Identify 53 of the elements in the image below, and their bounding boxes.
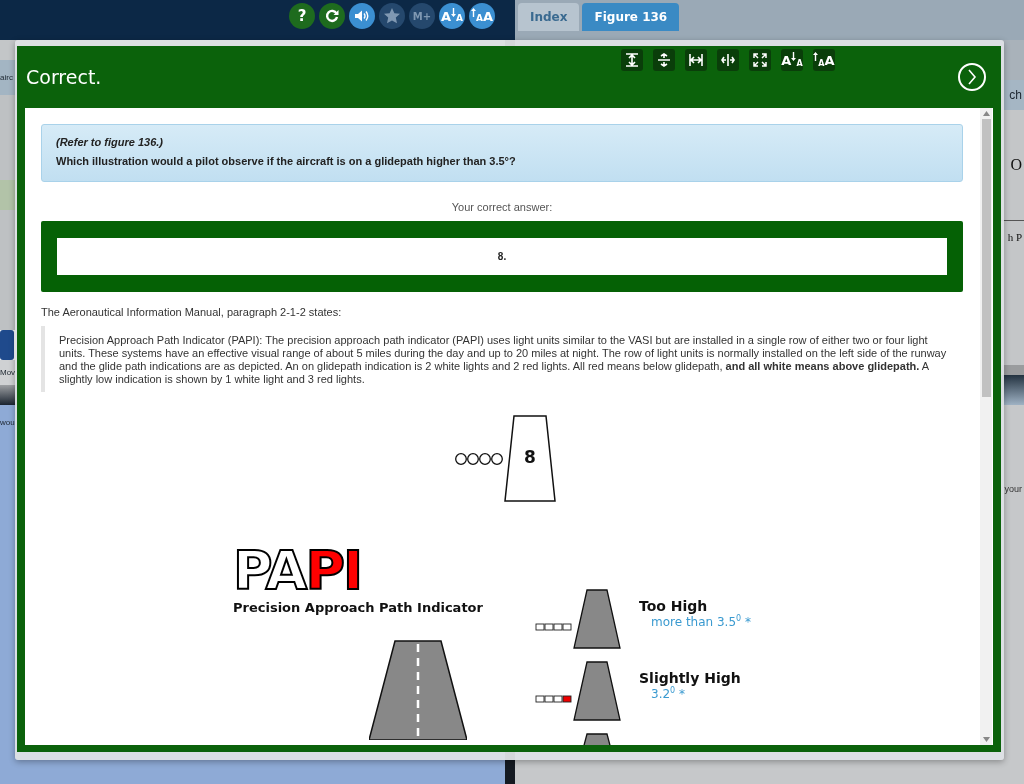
scrollbar[interactable]: [980, 108, 992, 745]
indication-title: Too High: [639, 597, 709, 614]
indication-angle: 3.2$^{0}$ *: [651, 685, 685, 701]
background-text: your: [1004, 485, 1022, 494]
font-increase-button[interactable]: AA: [469, 3, 495, 29]
background-text: airc: [0, 73, 13, 82]
font-decrease-button[interactable]: A A: [439, 3, 465, 29]
runway-drawing: [573, 589, 621, 649]
help-button[interactable]: ?: [289, 3, 315, 29]
runway-drawing: [573, 661, 621, 721]
quote-text: Precision Approach Path Indicator (PAPI): The precision approach path indicator (PAPI) uses light units similar to the VASI but are installed in a single row of either two or four light units. These systems have an effective visual range of about 5 miles during the day and up to 20 miles at night. The row of light units is normally installed on the left side of the runway and the glide path indications are as depicted. An on glidepath indication is 2 white lights and 2 red lights. All red means below glidepath, and all white means above glidepath. A slightly low indication is shown by 1 white light and 3 red lights.: [41, 326, 963, 392]
tab[interactable]: Figure 136: [582, 3, 680, 31]
arrow-up-icon: [813, 52, 819, 61]
fit-height-button[interactable]: [621, 49, 643, 71]
next-button[interactable]: [958, 63, 986, 91]
question-text: Which illustration would a pilot observe if the aircraft is on a glidepath higher than 3.5°?: [56, 155, 517, 167]
expand-vertical-button[interactable]: [653, 49, 675, 71]
background-text: wou: [0, 419, 15, 427]
background-text: Mov: [0, 368, 16, 377]
indication-title: Slightly High: [639, 669, 741, 686]
background-text: ch: [1009, 89, 1022, 101]
fit-height-icon: [625, 53, 639, 67]
refresh-icon: [325, 9, 339, 23]
fullscreen-button[interactable]: [749, 49, 771, 71]
source-text: The Aeronautical Information Manual, paragraph 2-1-2 states:: [41, 306, 343, 318]
figure-subtitle: Precision Approach Path Indicator: [233, 600, 483, 615]
star-icon: [383, 7, 401, 25]
indication-angle: more than 3.5$^{0}$ *: [651, 613, 751, 629]
runway-label: 8: [523, 447, 537, 467]
refresh-button[interactable]: [319, 3, 345, 29]
arrow-down-icon: [791, 52, 797, 61]
tab[interactable]: Index: [518, 3, 580, 31]
speaker-icon: [354, 9, 370, 23]
expand-horizontal-icon: [721, 53, 735, 67]
arrow-down-icon: [451, 8, 457, 17]
answer-label: Your correct answer:: [450, 201, 554, 213]
background-text: h P: [1007, 231, 1022, 243]
arrow-up-icon: [471, 8, 476, 17]
question-reference: (Refer to figure 136.): [56, 136, 164, 148]
font-decrease-button[interactable]: A A: [781, 49, 803, 71]
fullscreen-icon: [753, 53, 767, 67]
dialog-title: Correct.: [25, 66, 103, 88]
chevron-right-icon: [967, 69, 977, 85]
app-button[interactable]: [0, 330, 14, 360]
expand-horizontal-button[interactable]: [717, 49, 739, 71]
expand-vertical-icon: [657, 53, 671, 67]
papi-logo: PAPI: [233, 546, 362, 596]
background-text: O: [1010, 156, 1022, 174]
audio-button[interactable]: [349, 3, 375, 29]
answer-text: 8.: [57, 238, 947, 275]
scroll-down-icon[interactable]: [982, 737, 990, 742]
fit-width-button[interactable]: [685, 49, 707, 71]
fit-width-icon: [689, 53, 703, 67]
